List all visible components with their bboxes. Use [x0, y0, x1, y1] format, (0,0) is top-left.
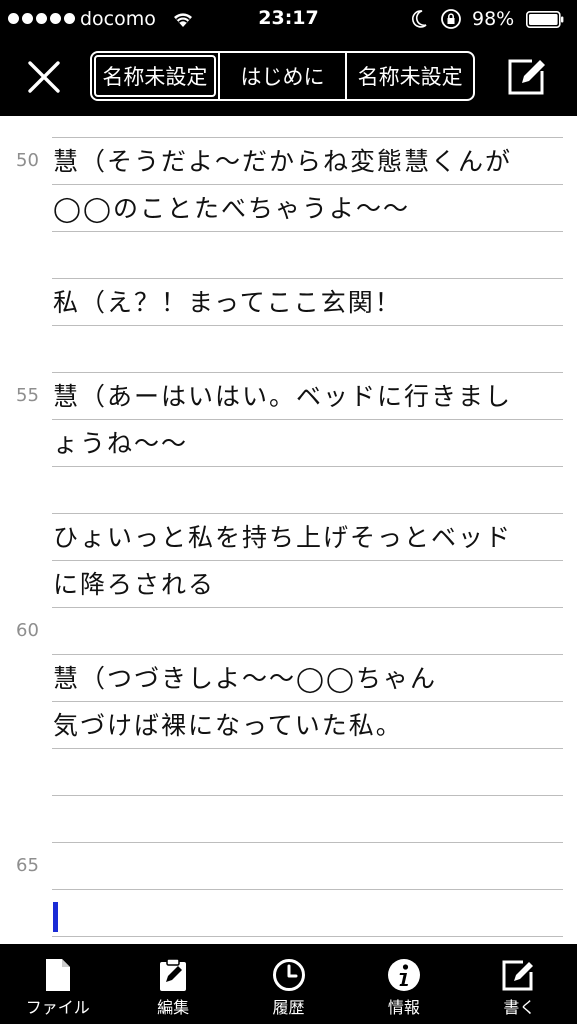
editor-line: 65	[0, 843, 577, 890]
rotation-lock-icon	[441, 9, 461, 29]
line-text: ょうね〜〜	[53, 429, 189, 458]
edit-button[interactable]: 編集	[115, 944, 230, 1024]
editor-line: 60	[0, 608, 577, 655]
moon-icon	[412, 10, 427, 28]
line-text: ◯◯のことたべちゃうよ〜〜	[53, 194, 410, 223]
clipboard-icon	[160, 958, 187, 991]
line-text: 私（え？！まってここ玄関！	[53, 288, 402, 317]
text-editor[interactable]: 50 慧（そうだよ〜だからね変態慧くんが ◯◯のことたべちゃうよ〜〜 私（え？！ま…	[0, 116, 577, 944]
history-button[interactable]: 履歴	[231, 944, 346, 1024]
editor-line: ◯◯のことたべちゃうよ〜〜	[0, 185, 577, 232]
editor-line: 私（え？！まってここ玄関！	[0, 279, 577, 326]
info-button[interactable]: 情報	[346, 944, 461, 1024]
line-number: 55	[16, 385, 39, 406]
editor-line	[0, 467, 577, 514]
clock-icon	[272, 959, 305, 991]
editor-line	[0, 890, 577, 937]
text-cursor	[53, 902, 58, 932]
battery-icon	[526, 11, 564, 28]
nav-bar: 名称未設定 はじめに 名称未設定	[0, 38, 577, 116]
editor-line: 気づけば裸になっていた私。	[0, 702, 577, 749]
wifi-icon	[174, 13, 192, 27]
editor-line: 慧（つづきしよ〜〜◯◯ちゃん	[0, 655, 577, 702]
line-text: 気づけば裸になっていた私。	[53, 711, 403, 740]
compose-icon	[502, 960, 534, 991]
line-text: に降ろされる	[53, 570, 216, 599]
line-text: 慧（つづきしよ〜〜◯◯ちゃん	[53, 664, 437, 693]
status-bar: docomo 23:17 98%	[0, 0, 577, 38]
close-icon[interactable]	[22, 55, 66, 99]
line-number: 50	[16, 150, 39, 171]
file-icon	[45, 959, 70, 991]
editor-line: に降ろされる	[0, 561, 577, 608]
file-label: ファイル	[25, 998, 90, 1017]
editor-line: 50 慧（そうだよ〜だからね変態慧くんが	[0, 138, 577, 185]
editor-line: ょうね〜〜	[0, 420, 577, 467]
line-number: 60	[16, 620, 39, 641]
tab-untitled-2[interactable]: 名称未設定	[345, 53, 473, 99]
compose-icon[interactable]	[504, 53, 550, 99]
editor-line	[0, 326, 577, 373]
editor-line: 55 慧（あーはいはい。ベッドに行きまし	[0, 373, 577, 420]
battery-percent: 98%	[472, 8, 515, 30]
document-tabs: 名称未設定 はじめに 名称未設定	[90, 51, 475, 101]
tab-introduction[interactable]: はじめに	[217, 53, 346, 99]
editor-line	[0, 232, 577, 279]
tab-untitled-1[interactable]: 名称未設定	[92, 53, 218, 99]
editor-line	[0, 749, 577, 796]
edit-label: 編集	[157, 998, 190, 1017]
history-label: 履歴	[272, 998, 305, 1017]
line-text: 慧（そうだよ〜だからね変態慧くんが	[53, 147, 513, 176]
editor-line: ひょいっと私を持ち上げそっとベッド	[0, 514, 577, 561]
carrier-name: docomo	[80, 8, 156, 30]
line-number: 65	[16, 855, 39, 876]
line-text: ひょいっと私を持ち上げそっとベッド	[53, 523, 513, 552]
info-icon	[387, 959, 420, 991]
signal-icon	[8, 13, 75, 24]
info-label: 情報	[387, 998, 420, 1017]
line-text: 慧（あーはいはい。ベッドに行きまし	[53, 382, 513, 411]
editor-line	[0, 796, 577, 843]
write-label: 書く	[503, 998, 536, 1017]
file-button[interactable]: ファイル	[0, 944, 115, 1024]
editor-line	[0, 116, 577, 138]
bottom-toolbar: ファイル 編集 履歴 情報 書く	[0, 944, 577, 1024]
write-button[interactable]: 書く	[462, 944, 577, 1024]
